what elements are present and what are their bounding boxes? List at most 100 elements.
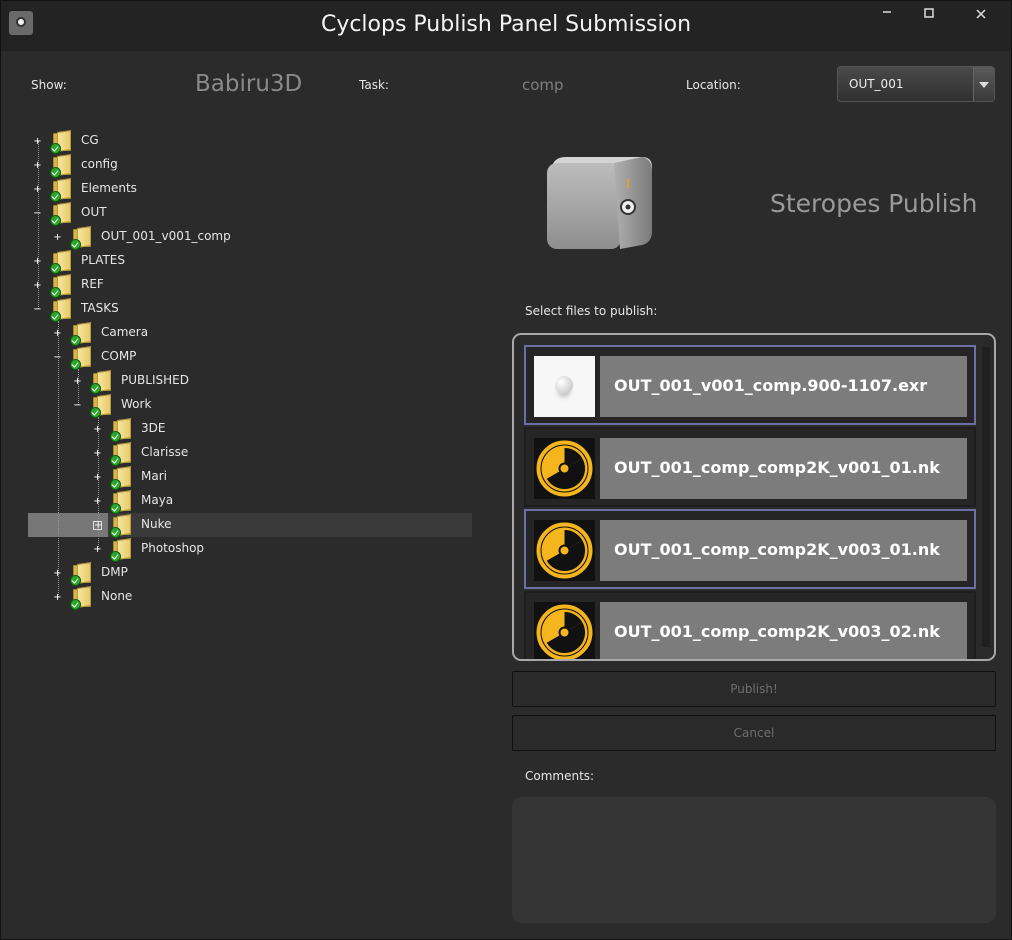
file-list[interactable]: OUT_001_v001_comp.900-1107.exr OUT_001_c…	[512, 333, 996, 661]
collapse-icon[interactable]: −	[33, 305, 42, 315]
tree-item-label: Elements	[81, 181, 137, 195]
file-name: OUT_001_comp_comp2K_v001_01.nk	[614, 458, 940, 477]
maximize-icon	[924, 8, 934, 18]
tree-item-label: PLATES	[81, 253, 126, 267]
expand-icon[interactable]: +	[93, 449, 102, 459]
file-item[interactable]: OUT_001_comp_comp2K_v003_01.nk	[524, 509, 976, 589]
collapse-icon[interactable]: −	[73, 401, 82, 411]
window-title: Cyclops Publish Panel Submission	[320, 12, 692, 37]
publish-button[interactable]: Publish!	[512, 671, 996, 707]
tree-item-label: Work	[121, 397, 152, 411]
expand-icon[interactable]: +	[93, 497, 102, 507]
folder-icon	[50, 154, 71, 178]
expand-icon[interactable]: +	[73, 377, 82, 387]
comments-textarea[interactable]	[512, 797, 996, 923]
show-value: Babiru3D	[195, 71, 303, 97]
task-label: Task:	[359, 78, 389, 92]
folder-icon	[90, 370, 111, 394]
maximize-button[interactable]	[919, 7, 939, 23]
tree-item-label: CG	[81, 133, 99, 147]
tree-item-label: Clarisse	[141, 445, 189, 459]
location-value: OUT_001	[849, 77, 904, 91]
tree-item-label: Maya	[141, 493, 174, 507]
folder-icon	[50, 130, 71, 154]
steropes-cube-logo	[547, 157, 652, 249]
nuke-icon	[534, 520, 595, 581]
tree-item-label: DMP	[101, 565, 128, 579]
tree-item-label: 3DE	[141, 421, 166, 435]
expand-icon[interactable]: +	[93, 425, 102, 435]
tree-item-label: None	[101, 589, 133, 603]
minimize-icon	[883, 11, 891, 13]
exr-thumbnail	[534, 356, 595, 417]
folder-icon	[70, 322, 91, 346]
tree-item-label: config	[81, 157, 118, 171]
expand-icon[interactable]: +	[93, 473, 102, 483]
folder-icon	[70, 226, 91, 250]
tree-item-label: TASKS	[81, 301, 119, 315]
file-name: OUT_001_comp_comp2K_v003_02.nk	[614, 622, 940, 641]
folder-icon	[50, 202, 71, 226]
expand-icon[interactable]: +	[33, 137, 42, 147]
expand-icon[interactable]: +	[33, 257, 42, 267]
tree-item-label: REF	[81, 277, 104, 291]
tree-item-label: OUT_001_v001_comp	[101, 229, 231, 243]
folder-tree: + CG + config + Elements − OUT + OUT_001…	[1, 129, 481, 629]
folder-icon	[90, 394, 111, 418]
file-list-scrollbar[interactable]	[982, 347, 990, 647]
tree-item-label: Mari	[141, 469, 167, 483]
app-window: Cyclops Publish Panel Submission Show: B…	[0, 0, 1012, 940]
folder-icon	[110, 490, 131, 514]
nuke-icon	[534, 438, 595, 499]
tree-item-label: OUT	[81, 205, 107, 219]
expand-icon[interactable]: +	[53, 593, 62, 603]
tree-item-label: Nuke	[141, 517, 172, 531]
publish-title: Steropes Publish	[770, 189, 978, 218]
file-item[interactable]: OUT_001_comp_comp2K_v001_01.nk	[524, 427, 976, 507]
close-icon	[976, 9, 986, 19]
folder-icon	[70, 346, 91, 370]
cancel-button[interactable]: Cancel	[512, 715, 996, 751]
comments-label: Comments:	[525, 769, 595, 783]
folder-icon	[110, 538, 131, 562]
folder-icon	[110, 418, 131, 442]
file-name: OUT_001_v001_comp.900-1107.exr	[614, 376, 928, 395]
expand-icon[interactable]: +	[33, 281, 42, 291]
task-value: comp	[522, 76, 564, 94]
tree-item-label: Camera	[101, 325, 149, 339]
collapse-icon[interactable]: −	[33, 209, 42, 219]
folder-icon	[70, 562, 91, 586]
close-button[interactable]	[971, 7, 991, 23]
tree-item-label: Photoshop	[141, 541, 205, 555]
expand-icon[interactable]: +	[33, 185, 42, 195]
expand-icon[interactable]: +	[53, 233, 62, 243]
show-label: Show:	[31, 78, 67, 92]
folder-icon	[70, 586, 91, 610]
title-bar: Cyclops Publish Panel Submission	[1, 1, 1011, 51]
folder-icon	[110, 442, 131, 466]
expand-icon[interactable]: +	[93, 545, 102, 555]
chevron-down-icon[interactable]	[973, 67, 994, 101]
nuke-icon	[534, 602, 595, 659]
folder-icon	[50, 250, 71, 274]
expand-icon[interactable]: +	[93, 521, 102, 531]
tree-item-label: COMP	[101, 349, 137, 363]
tree-item-label: PUBLISHED	[121, 373, 189, 387]
location-label: Location:	[686, 78, 741, 92]
folder-icon	[110, 514, 131, 538]
expand-icon[interactable]: +	[53, 329, 62, 339]
minimize-button[interactable]	[877, 7, 897, 23]
expand-icon[interactable]: +	[33, 161, 42, 171]
file-name: OUT_001_comp_comp2K_v003_01.nk	[614, 540, 940, 559]
file-item[interactable]: OUT_001_comp_comp2K_v003_02.nk	[524, 591, 976, 659]
expand-icon[interactable]: +	[53, 569, 62, 579]
folder-icon	[50, 274, 71, 298]
collapse-icon[interactable]: −	[53, 353, 62, 363]
folder-icon	[50, 298, 71, 322]
folder-icon	[110, 466, 131, 490]
location-dropdown[interactable]: OUT_001	[837, 66, 995, 102]
file-item[interactable]: OUT_001_v001_comp.900-1107.exr	[524, 345, 976, 425]
folder-icon	[50, 178, 71, 202]
context-bar: Show: Babiru3D Task: comp Location: OUT_…	[1, 51, 1011, 117]
select-files-label: Select files to publish:	[525, 304, 658, 318]
